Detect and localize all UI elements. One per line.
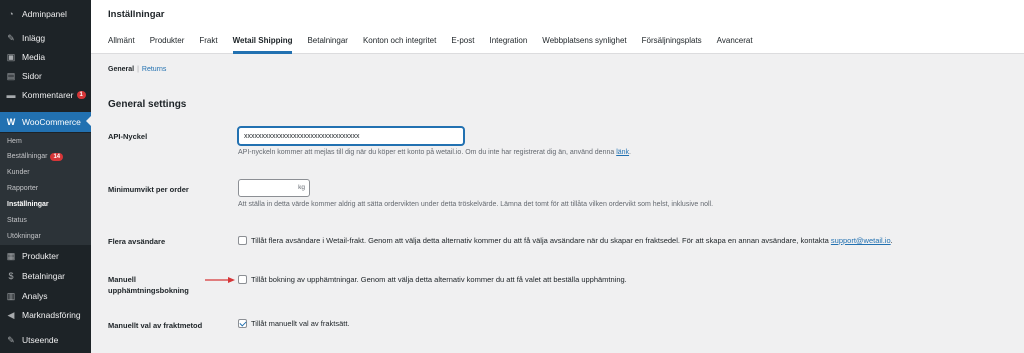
manual-shipping-method-text: Tillåt manuellt val av fraktsätt. [251,319,350,328]
sidebar-item-label: Analys [22,291,48,301]
tab-general[interactable]: Allmänt [108,36,135,54]
manual-pickup-label-line1: Manuell [108,275,136,284]
tab-wetail-shipping[interactable]: Wetail Shipping [232,36,292,54]
woocommerce-icon: W [6,117,16,127]
tab-shipping[interactable]: Frakt [199,36,217,54]
sidebar-item-label: Sidor [22,71,42,81]
page-title: Inställningar [108,9,165,20]
support-email-link[interactable]: support@wetail.io [831,236,891,245]
manual-pickup-label-line2: upphämtningsbokning [108,286,189,295]
appearance-icon: ✎ [7,334,15,345]
orders-count-badge: 14 [50,153,64,161]
sidebar-item-comments[interactable]: ▬ Kommentarer 1 [0,86,91,104]
woocommerce-submenu: Hem Beställningar 14 Kunder Rapporter Ins… [0,133,91,245]
sidebar-item-dashboard[interactable]: ◔ Adminpanel [0,5,91,23]
api-key-desc-end: . [629,149,631,156]
comments-count-badge: 1 [76,91,86,99]
api-key-label: API-Nyckel [108,132,148,141]
settings-header: Inställningar Allmänt Produkter Frakt We… [91,0,1024,54]
multiple-senders-label: Flera avsändare [108,237,166,246]
sidebar-item-media[interactable]: ▣ Media [0,48,91,66]
manual-pickup-checkbox[interactable] [238,275,247,284]
submenu-item-status[interactable]: Status [7,217,27,224]
sidebar-item-label: Media [22,52,46,62]
sidebar-item-products[interactable]: ▦ Produkter [0,247,91,265]
subnav-separator: | [137,66,139,73]
admin-sidebar: ◔ Adminpanel ✎ Inlägg ▣ Media ▤ Sidor ▬ … [0,0,91,353]
sidebar-item-label: Inlägg [22,33,46,43]
manual-pickup-label: Manuell upphämtningsbokning [108,274,189,296]
payments-icon: $ [8,271,14,281]
sidebar-item-analytics[interactable]: ▥ Analys [0,287,91,305]
section-title: General settings [108,99,187,110]
multiple-senders-checkbox[interactable] [238,236,247,245]
analytics-icon: ▥ [6,290,16,301]
sidebar-item-appearance[interactable]: ✎ Utseende [0,331,91,349]
sidebar-item-marketing[interactable]: ◀ Marknadsföring [0,306,91,324]
tab-point-of-sale[interactable]: Försäljningsplats [642,36,702,54]
section-subnav: General | Returns [108,66,166,73]
api-key-description: API-nyckeln kommer att mejlas till dig n… [238,149,631,156]
subnav-returns[interactable]: Returns [142,66,167,73]
tab-email[interactable]: E-post [451,36,474,54]
manual-pickup-text: Tillåt bokning av upphämtningar. Genom a… [251,275,627,284]
tab-products[interactable]: Produkter [150,36,185,54]
submenu-item-extensions[interactable]: Utökningar [7,233,41,240]
min-weight-input[interactable]: kg [238,179,310,197]
media-icon: ▣ [6,51,16,62]
manual-shipping-method-checkbox[interactable] [238,319,247,328]
submenu-item-customers[interactable]: Kunder [7,169,30,176]
tab-accounts-privacy[interactable]: Konton och integritet [363,36,436,54]
submenu-item-label: Beställningar [7,153,48,160]
sidebar-item-pages[interactable]: ▤ Sidor [0,67,91,85]
multiple-senders-end: . [890,236,893,245]
subnav-general[interactable]: General [108,66,134,73]
sidebar-item-posts[interactable]: ✎ Inlägg [0,29,91,47]
sidebar-item-label: Utseende [22,335,59,345]
min-weight-description: Att ställa in detta värde kommer aldrig … [238,201,714,208]
weight-unit: kg [298,184,305,191]
sidebar-item-label: Adminpanel [22,9,67,19]
multiple-senders-text: Tillåt flera avsändare i Wetail-frakt. G… [251,236,893,245]
sidebar-item-label: Kommentarer [22,90,74,100]
dashboard-icon: ◔ [8,9,14,19]
signup-link[interactable]: länk [616,149,629,156]
sidebar-item-label: Marknadsföring [22,310,81,320]
highlight-arrow-icon [205,277,235,283]
pages-icon: ▤ [6,70,16,81]
min-weight-label: Minimumvikt per order [108,185,189,194]
sidebar-item-label: Betalningar [22,271,66,281]
products-icon: ▦ [6,250,16,261]
manual-shipping-method-label: Manuellt val av fraktmetod [108,321,203,330]
submenu-item-settings[interactable]: Inställningar [7,201,49,208]
api-key-desc-text: API-nyckeln kommer att mejlas till dig n… [238,149,615,156]
tab-integration[interactable]: Integration [489,36,527,54]
sidebar-item-label: WooCommerce [22,117,81,127]
submenu-item-home[interactable]: Hem [7,138,22,145]
marketing-icon: ◀ [7,309,15,320]
sidebar-item-woocommerce[interactable]: W WooCommerce [0,112,91,132]
tab-advanced[interactable]: Avancerat [717,36,753,54]
comments-icon: ▬ [6,90,16,100]
sidebar-item-payments[interactable]: $ Betalningar [0,267,91,285]
pin-icon: ✎ [7,32,15,43]
settings-tabs: Allmänt Produkter Frakt Wetail Shipping … [108,36,768,54]
multiple-senders-desc: Tillåt flera avsändare i Wetail-frakt. G… [251,236,829,245]
tab-site-visibility[interactable]: Webbplatsens synlighet [542,36,626,54]
api-key-input[interactable]: xxxxxxxxxxxxxxxxxxxxxxxxxxxxxxxxx [238,127,464,145]
submenu-item-reports[interactable]: Rapporter [7,185,38,192]
submenu-item-orders[interactable]: Beställningar 14 [7,153,64,161]
active-menu-pointer [86,116,91,126]
api-key-value: xxxxxxxxxxxxxxxxxxxxxxxxxxxxxxxxx [244,132,360,140]
sidebar-item-label: Produkter [22,251,59,261]
tab-payments[interactable]: Betalningar [307,36,347,54]
